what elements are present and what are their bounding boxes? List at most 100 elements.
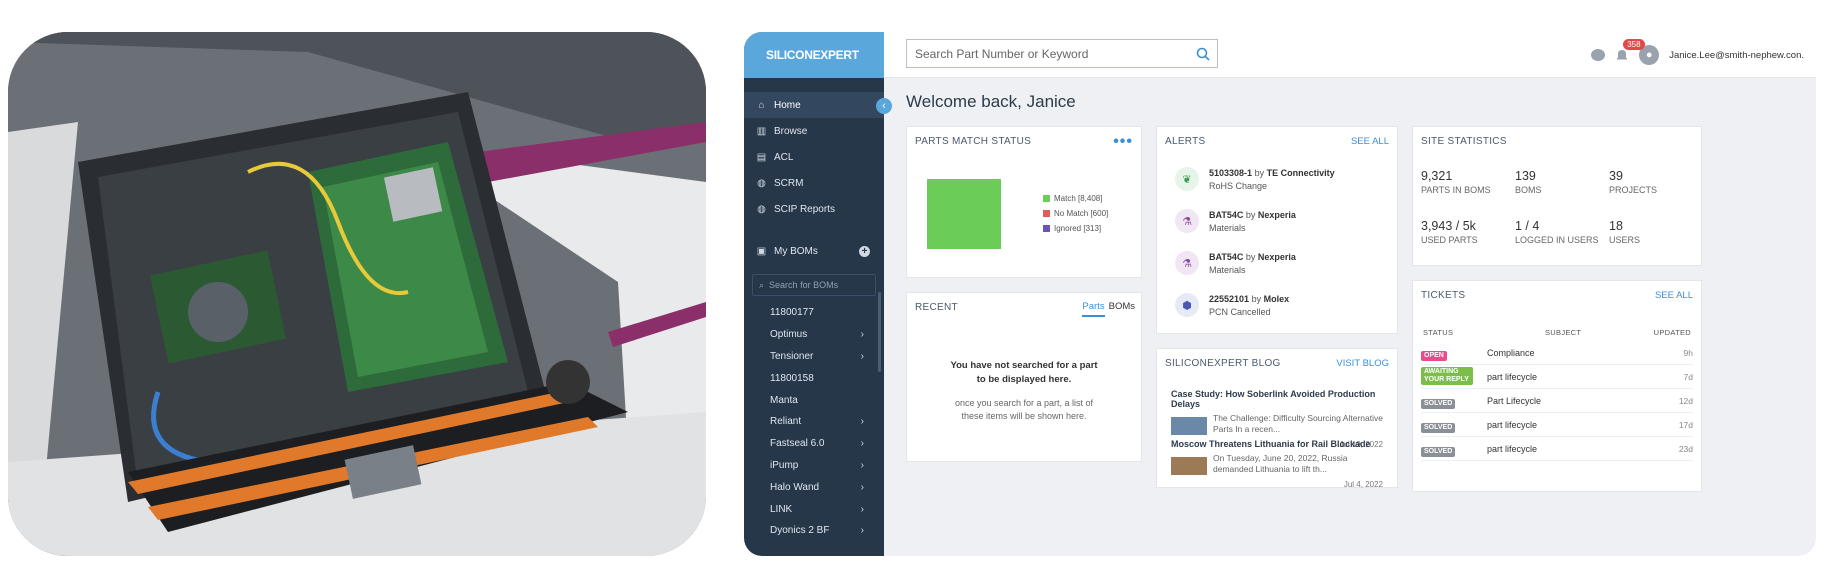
chevron-right-icon[interactable]: ›: [861, 482, 864, 493]
folder-icon: ▣: [756, 245, 767, 257]
bom-search-input[interactable]: ⌕ Search for BOMs: [752, 274, 876, 296]
alert-item[interactable]: ⚗ BAT54C by Nexperia Materials: [1175, 251, 1296, 277]
card-title: SILICONEXPERT BLOG: [1165, 358, 1281, 369]
alert-part[interactable]: BAT54C: [1209, 252, 1243, 262]
bom-item[interactable]: Dyonics 2 BF ›: [744, 520, 884, 542]
collapse-sidebar-icon[interactable]: ‹: [876, 98, 892, 114]
alert-part[interactable]: BAT54C: [1209, 210, 1243, 220]
card-title: PARTS MATCH STATUS: [915, 136, 1032, 147]
card-title: RECENT: [915, 302, 958, 313]
user-controls: 358 ● Janice.Lee@smith-nephew.con.: [1591, 32, 1804, 78]
card-title: ALERTS: [1165, 136, 1206, 147]
sidebar-item-scip-reports[interactable]: ◍ SCIP Reports: [744, 196, 884, 222]
bom-item[interactable]: Reliant ›: [744, 411, 884, 433]
bom-item-label: Optimus: [770, 329, 808, 341]
globe-icon: ◍: [757, 203, 766, 215]
alert-part[interactable]: 22552101: [1209, 294, 1249, 304]
ticket-row[interactable]: SOLVED part lifecycle 17d: [1421, 413, 1693, 437]
chevron-right-icon[interactable]: ›: [861, 438, 864, 449]
tab-boms[interactable]: BOMs: [1109, 301, 1135, 317]
alert-item[interactable]: ❦ 5103308-1 by TE Connectivity RoHS Chang…: [1175, 167, 1335, 193]
add-bom-icon[interactable]: +: [859, 245, 870, 257]
sidebar-item-acl[interactable]: ▤ ACL: [744, 144, 884, 170]
ticket-subject[interactable]: Part Lifecycle: [1487, 396, 1663, 406]
stat-parts-in-boms: 9,321 PARTS IN BOMS: [1421, 169, 1491, 195]
visit-blog-link[interactable]: VISIT BLOG: [1336, 358, 1389, 369]
empty-state-hint: once you search for a part, a list of th…: [954, 398, 1094, 421]
ticket-row[interactable]: SOLVED part lifecycle 23d: [1421, 437, 1693, 461]
bom-item[interactable]: iPump ›: [744, 455, 884, 477]
parts-match-card: PARTS MATCH STATUS ••• Match [8,408] No …: [906, 126, 1142, 278]
ticket-row[interactable]: AWAITING YOUR REPLY part lifecycle 7d: [1421, 365, 1693, 389]
chevron-right-icon[interactable]: ›: [861, 416, 864, 427]
sidebar-item-browse[interactable]: ▥ Browse: [744, 118, 884, 144]
stat-label: USED PARTS: [1421, 235, 1478, 245]
sidebar-item-label: SCIP Reports: [774, 203, 835, 215]
status-badge: SOLVED: [1421, 446, 1456, 457]
chart-legend: Match [8,408] No Match [600] Ignored [31…: [1043, 191, 1108, 236]
status-badge: AWAITING YOUR REPLY: [1421, 367, 1473, 385]
main-nav: ⌂ Home ‹ ▥ Browse ▤ ACL ◍ SCRM ◍ SCIP Re…: [744, 92, 892, 222]
bell-icon[interactable]: 358: [1615, 39, 1645, 62]
more-options-icon[interactable]: •••: [1113, 133, 1133, 151]
alert-type: Materials: [1209, 223, 1246, 233]
sidebar-scrollbar[interactable]: [878, 292, 881, 372]
chevron-right-icon[interactable]: ›: [861, 351, 864, 362]
empty-state-message: You have not searched for a part to be d…: [950, 360, 1098, 385]
sidebar-item-my-boms[interactable]: ▣ My BOMs +: [744, 238, 884, 264]
ticket-subject[interactable]: part lifecycle: [1487, 372, 1663, 382]
stat-value: 9,321: [1421, 169, 1453, 183]
logo-text: SILICONEXPERT: [766, 48, 859, 62]
siliconexpert-app: SILICONEXPERT ⌂ Home ‹ ▥ Browse ▤ ACL ◍ …: [744, 32, 1816, 556]
sidebar: SILICONEXPERT ⌂ Home ‹ ▥ Browse ▤ ACL ◍ …: [744, 32, 892, 556]
tab-parts[interactable]: Parts: [1082, 301, 1105, 317]
bom-item[interactable]: Tensioner ›: [744, 346, 884, 368]
alert-part[interactable]: 5103308-1: [1209, 168, 1252, 178]
chat-icon[interactable]: [1591, 49, 1606, 61]
ticket-updated: 9h: [1683, 347, 1693, 358]
bom-item[interactable]: 11800177: [744, 302, 884, 324]
blog-post-title[interactable]: Moscow Threatens Lithuania for Rail Bloc…: [1171, 439, 1383, 449]
bom-item[interactable]: 11800158: [744, 367, 884, 389]
brand-logo[interactable]: SILICONEXPERT: [744, 32, 884, 78]
alerts-see-all-link[interactable]: SEE ALL: [1351, 136, 1389, 147]
blog-post[interactable]: Case Study: How Soberlink Avoided Produc…: [1171, 389, 1383, 449]
alert-item[interactable]: ⚗ BAT54C by Nexperia Materials: [1175, 209, 1296, 235]
photo-illustration: [8, 32, 706, 556]
ticket-row[interactable]: SOLVED Part Lifecycle 12d: [1421, 389, 1693, 413]
sidebar-item-scrm[interactable]: ◍ SCRM: [744, 170, 884, 196]
user-email[interactable]: Janice.Lee@smith-nephew.con.: [1669, 50, 1804, 61]
search-input[interactable]: Search Part Number or Keyword: [906, 39, 1218, 68]
bom-item[interactable]: Fastseal 6.0 ›: [744, 433, 884, 455]
chevron-right-icon[interactable]: ›: [861, 329, 864, 340]
stat-users: 18 USERS: [1609, 219, 1640, 245]
card-title: TICKETS: [1421, 290, 1466, 301]
bom-item[interactable]: LINK ›: [744, 498, 884, 520]
blog-post[interactable]: Moscow Threatens Lithuania for Rail Bloc…: [1171, 439, 1383, 489]
chevron-right-icon[interactable]: ›: [861, 504, 864, 515]
alert-item[interactable]: ⬢ 22552101 by Molex PCN Cancelled: [1175, 293, 1289, 319]
chevron-right-icon[interactable]: ›: [861, 460, 864, 471]
search-icon: ⌕: [759, 279, 765, 290]
sidebar-item-home[interactable]: ⌂ Home ‹: [744, 92, 892, 118]
bom-item[interactable]: Optimus ›: [744, 324, 884, 346]
bom-item[interactable]: Halo Wand ›: [744, 476, 884, 498]
ticket-subject[interactable]: part lifecycle: [1487, 420, 1663, 430]
blog-post-title[interactable]: Case Study: How Soberlink Avoided Produc…: [1171, 389, 1383, 409]
stat-label: BOMS: [1515, 185, 1542, 195]
search-icon[interactable]: [1189, 40, 1217, 68]
tickets-see-all-link[interactable]: SEE ALL: [1655, 290, 1693, 301]
stat-label: PROJECTS: [1609, 185, 1658, 195]
match-swatch: [1043, 195, 1050, 202]
bom-item-label: LINK: [770, 503, 793, 515]
stat-used-parts: 3,943 / 5k USED PARTS: [1421, 219, 1478, 245]
ticket-updated: 12d: [1678, 395, 1693, 406]
legend-label: No Match [600]: [1054, 209, 1109, 218]
ticket-row[interactable]: OPEN Compliance 9h: [1421, 341, 1693, 365]
ticket-subject[interactable]: part lifecycle: [1487, 444, 1663, 454]
chevron-right-icon[interactable]: ›: [861, 525, 864, 536]
alert-by: by: [1251, 294, 1262, 304]
ticket-subject[interactable]: Compliance: [1487, 348, 1663, 358]
bom-item[interactable]: Manta: [744, 389, 884, 411]
blog-thumbnail: [1171, 417, 1207, 435]
